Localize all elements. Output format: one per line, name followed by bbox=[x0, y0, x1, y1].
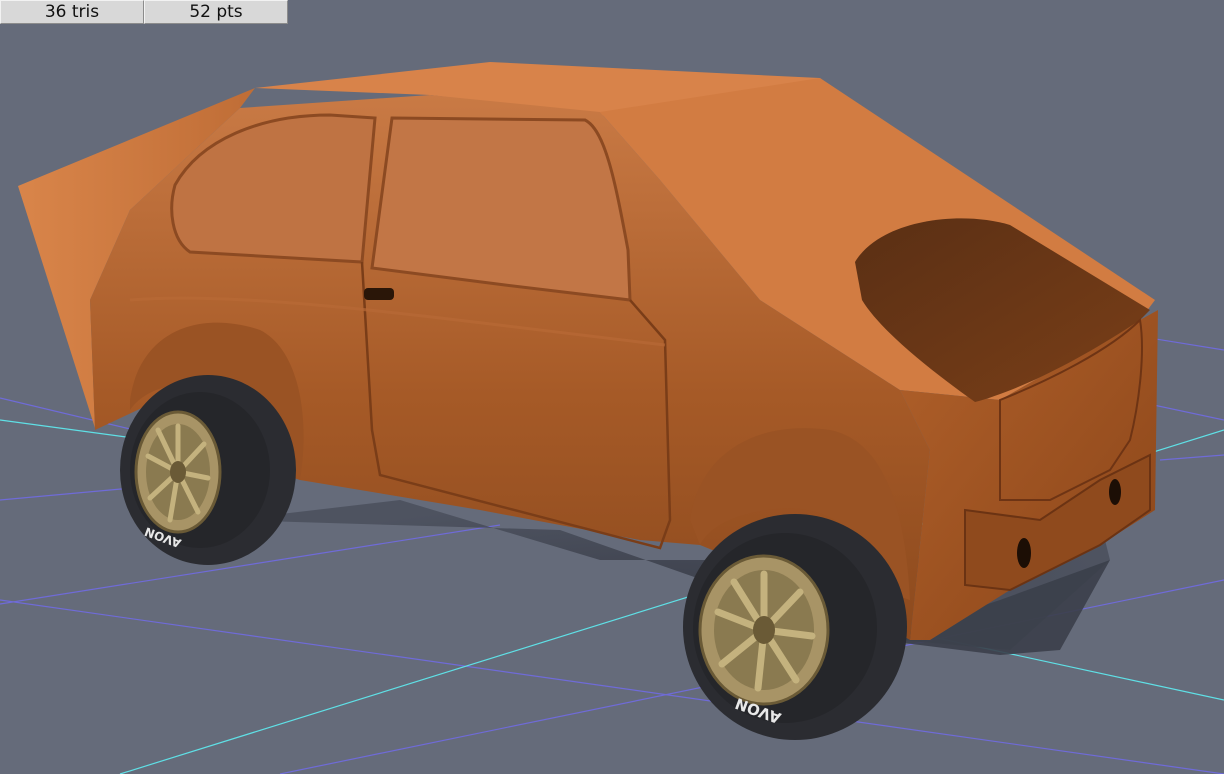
viewport-stats-bar: 36 tris 52 pts bbox=[0, 0, 288, 24]
triangle-count: 36 tris bbox=[0, 0, 144, 24]
3d-viewport[interactable]: AVON AVON bbox=[0, 0, 1224, 774]
front-wheel: AVON bbox=[683, 514, 907, 740]
rear-wheel: AVON bbox=[120, 375, 296, 565]
reverse-light-right bbox=[1109, 479, 1121, 505]
point-count: 52 pts bbox=[144, 0, 288, 24]
door-handle bbox=[364, 288, 394, 300]
car-front-side-window bbox=[370, 116, 632, 302]
reverse-light-left bbox=[1017, 538, 1031, 568]
